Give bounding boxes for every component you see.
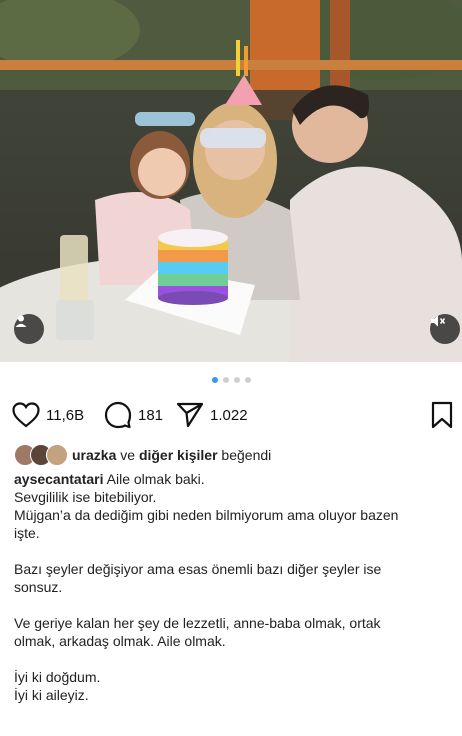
save-action[interactable] — [430, 398, 454, 432]
caption-line: Ve geriye kalan her şey de lezzetli, ann… — [14, 615, 381, 631]
like-action[interactable]: 11,6B — [12, 398, 84, 432]
bookmark-icon[interactable] — [430, 401, 454, 429]
avatar — [46, 444, 68, 466]
mute-toggle-button[interactable] — [430, 314, 460, 344]
liked-by-others-link[interactable]: diğer kişiler — [139, 447, 218, 463]
caption-line: İyi ki doğdum. — [14, 669, 101, 685]
caption-username[interactable]: aysecantatari — [14, 471, 104, 487]
caption-line: olmak, arkadaş olmak. Aile olmak. — [14, 633, 226, 649]
liked-by-suffix: beğendi — [221, 447, 272, 463]
send-icon[interactable] — [176, 402, 204, 428]
caption-first-text: Aile olmak baki. — [106, 471, 205, 487]
carousel-dot — [244, 377, 251, 383]
share-count: 1.022 — [210, 406, 248, 424]
carousel-dot — [233, 377, 240, 383]
carousel-dot — [222, 377, 229, 383]
caption-line: Müjgan’a da dediğim gibi neden bilmiyoru… — [14, 507, 399, 523]
comment-action[interactable]: 181 — [104, 398, 163, 432]
like-count: 11,6B — [46, 406, 85, 424]
comment-count: 181 — [138, 406, 164, 424]
caption-first-line: aysecantatari Aile olmak baki. — [14, 470, 450, 488]
liked-by-connector: ve — [120, 447, 136, 463]
post-photo[interactable] — [0, 0, 462, 362]
heart-icon[interactable] — [12, 402, 40, 428]
caption-paragraph: Sevgililik ise bitebiliyor. Müjgan’a da … — [14, 488, 450, 542]
caption-paragraph: Bazı şeyler değişiyor ama esas önemli ba… — [14, 560, 450, 596]
comment-icon[interactable] — [104, 401, 132, 429]
liker-avatars — [14, 444, 70, 466]
caption-line: Sevgililik ise bitebiliyor. — [14, 489, 157, 505]
liked-by-row[interactable]: urazka ve diğer kişiler beğendi — [14, 444, 271, 466]
person-icon — [15, 315, 27, 327]
tagged-people-button[interactable] — [14, 314, 44, 344]
liked-by-text: urazka ve diğer kişiler beğendi — [72, 447, 271, 463]
caption-line: işte. — [14, 525, 40, 541]
liker-username[interactable]: urazka — [72, 447, 116, 463]
caption-line: İyi ki aileyiz. — [14, 687, 89, 703]
carousel-dot — [211, 377, 218, 383]
speaker-muted-icon — [431, 315, 446, 327]
caption-line: Bazı şeyler değişiyor ama esas önemli ba… — [14, 561, 382, 577]
carousel-indicator — [0, 377, 462, 383]
photo-scene — [0, 0, 462, 362]
caption-paragraph: İyi ki doğdum. İyi ki aileyiz. — [14, 668, 450, 704]
post-caption: aysecantatari Aile olmak baki. Sevgilili… — [14, 470, 450, 704]
caption-paragraph: Ve geriye kalan her şey de lezzetli, ann… — [14, 614, 450, 650]
share-action[interactable]: 1.022 — [176, 398, 248, 432]
action-bar: 11,6B 181 1.022 — [12, 398, 458, 432]
caption-line: sonsuz. — [14, 579, 63, 595]
